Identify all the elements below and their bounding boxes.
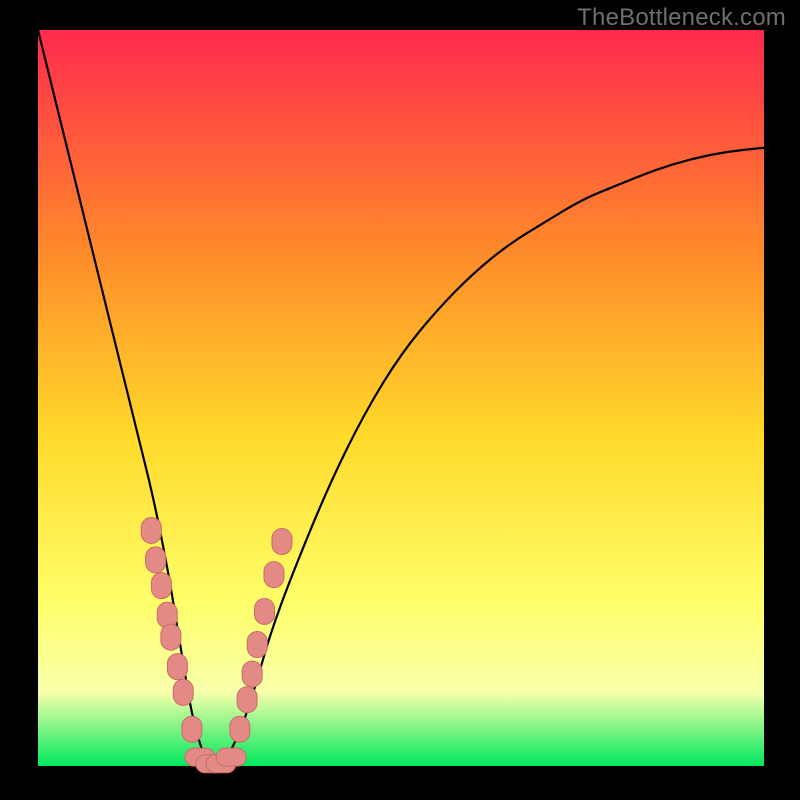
curve-marker (151, 573, 171, 599)
chart-stage: TheBottleneck.com (0, 0, 800, 800)
curve-marker (157, 602, 177, 628)
curve-marker (242, 661, 262, 687)
plot-background (38, 30, 764, 766)
curve-marker (161, 624, 181, 650)
curve-marker (255, 598, 275, 624)
watermark-text: TheBottleneck.com (577, 4, 786, 32)
curve-marker (141, 517, 161, 543)
curve-marker (272, 529, 292, 555)
curve-marker (146, 547, 166, 573)
curve-marker (173, 679, 193, 705)
curve-marker (167, 654, 187, 680)
bottleneck-chart (0, 0, 800, 800)
curve-marker (264, 562, 284, 588)
curve-marker (216, 748, 246, 766)
curve-marker (230, 716, 250, 742)
curve-marker (247, 632, 267, 658)
curve-marker (182, 716, 202, 742)
curve-marker (237, 687, 257, 713)
